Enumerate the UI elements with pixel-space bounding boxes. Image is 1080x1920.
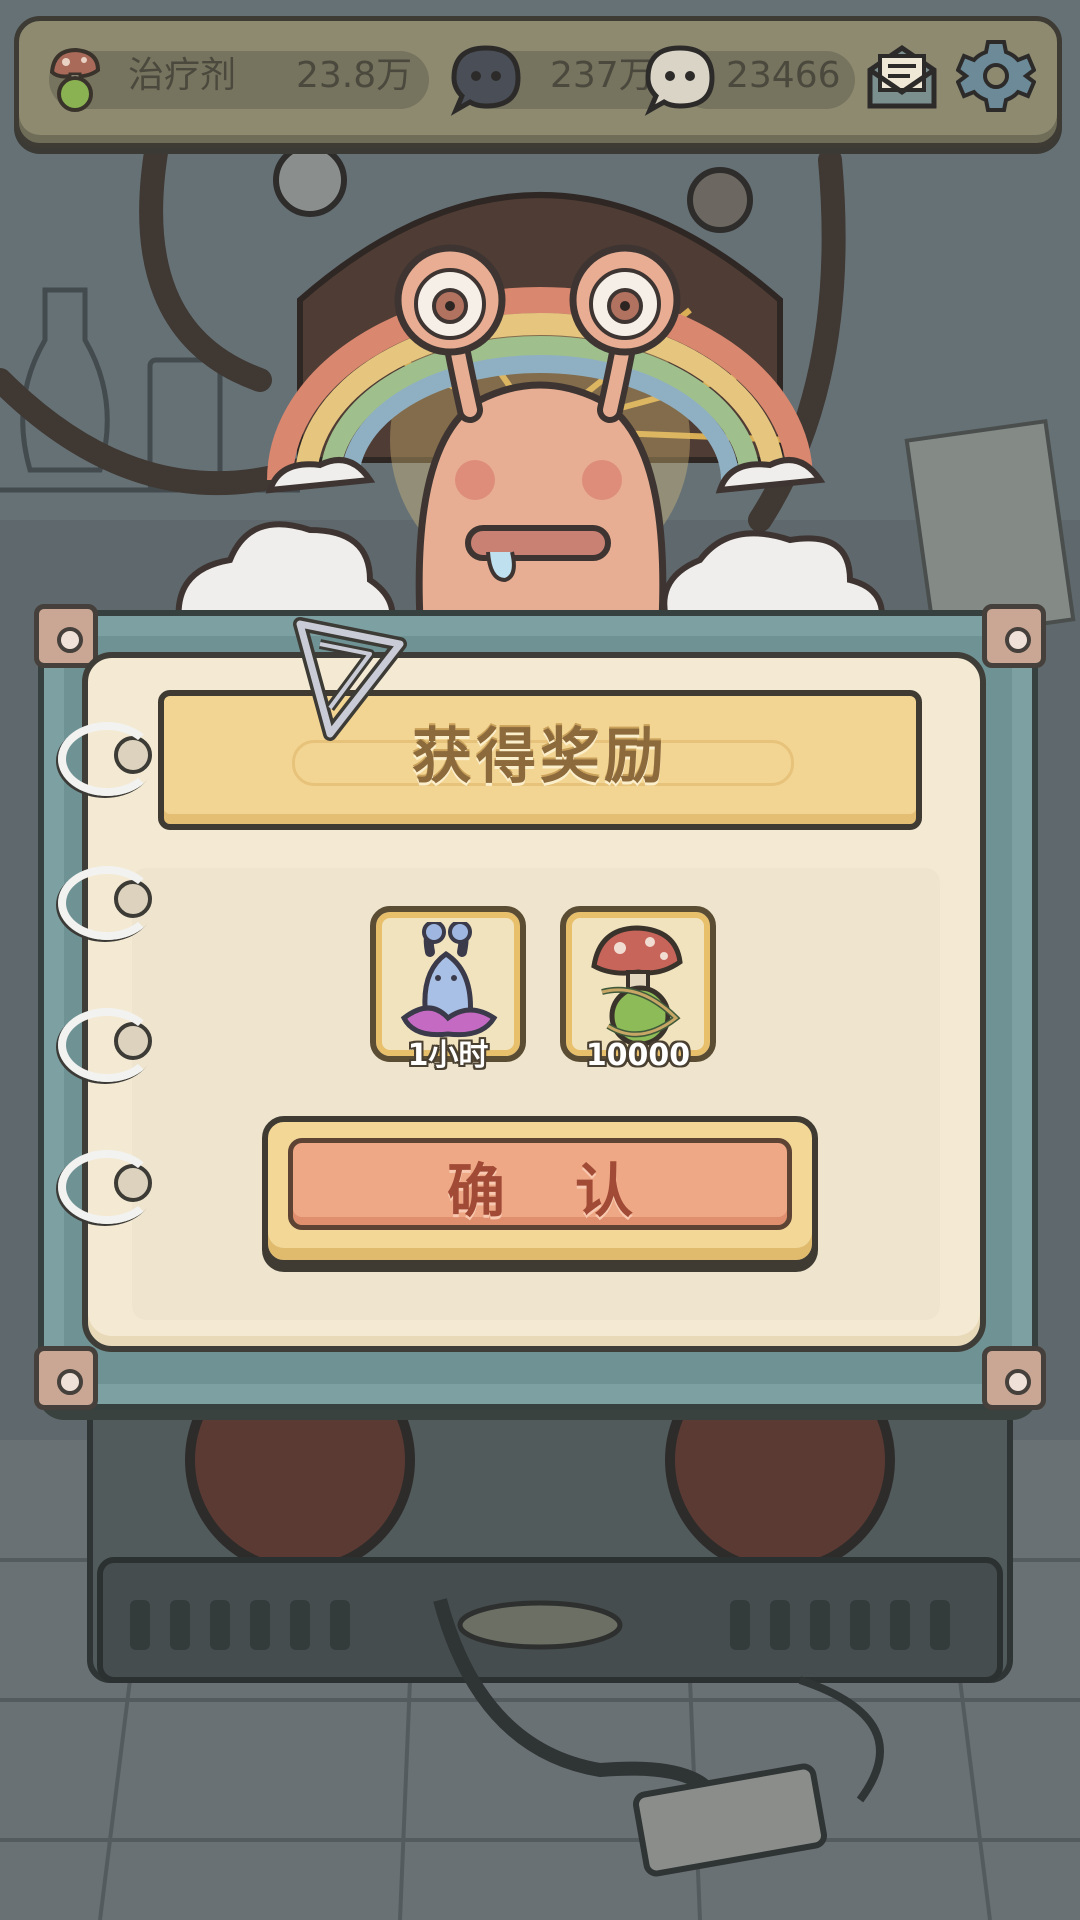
dark-chat-bubble-icon (450, 45, 521, 116)
snail-bottle-icon (400, 922, 498, 1038)
light-bubble-value: 23466 (726, 55, 841, 96)
confirm-button-face[interactable]: 确认 (288, 1138, 792, 1230)
binder-ring (58, 1150, 156, 1224)
confirm-button[interactable]: 确认 (262, 1116, 818, 1266)
binder-ring (58, 722, 156, 796)
frame-bolt (982, 604, 1046, 668)
gear-icon[interactable] (956, 36, 1036, 116)
dark-bubble-value: 237万 (550, 55, 655, 96)
potion-label: 治疗剂 (128, 55, 237, 96)
binder-ring (58, 866, 156, 940)
light-chat-bubble-icon (644, 45, 715, 116)
binder-ring (58, 1008, 156, 1082)
confirm-button-label: 确认 (446, 1157, 703, 1225)
mushroom-potion-icon (591, 925, 683, 1046)
frame-bolt (34, 604, 98, 668)
reward-label: 10000 (585, 1038, 691, 1073)
dialog-title: 获得奖励 (412, 722, 668, 792)
potion-value: 23.8万 (296, 55, 413, 96)
reward-label: 1小时 (407, 1038, 489, 1073)
frame-bolt (34, 1346, 98, 1410)
potion-icon (49, 47, 101, 112)
paperclip-tag-icon (293, 617, 407, 741)
game-screen: 治疗剂 23.8万 237万 23466 获得奖励 1小时 10000 确认 (0, 0, 1080, 1920)
mail-icon[interactable] (862, 36, 942, 116)
snail-character (175, 244, 885, 633)
frame-bolt (982, 1346, 1046, 1410)
